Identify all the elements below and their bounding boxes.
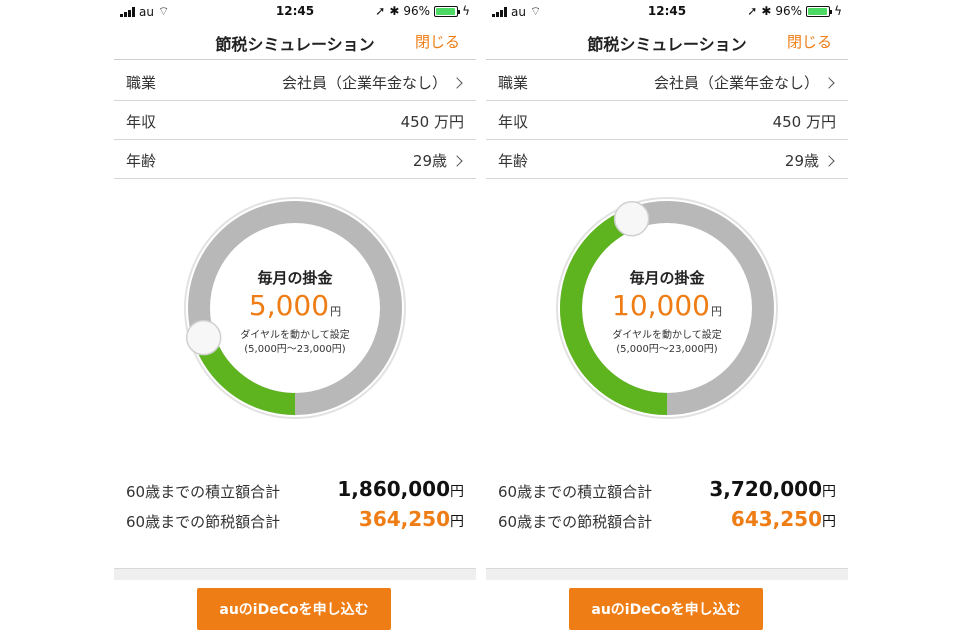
row-label: 年収: [498, 113, 529, 131]
dial-range: (5,000円〜23,000円): [616, 344, 718, 355]
dial-center: 毎月の掛金 5,000円 ダイヤルを動かして設定 (5,000円〜23,000円…: [182, 267, 408, 356]
status-bar: au ⌔ 12:45 ➚ ✱ 96% ϟ: [486, 0, 848, 22]
row-occupation[interactable]: 職業 会社員（企業年金なし）: [486, 62, 848, 101]
contribution-dial[interactable]: 毎月の掛金 5,000円 ダイヤルを動かして設定 (5,000円〜23,000円…: [182, 195, 408, 421]
sum-label: 60歳までの積立額合計: [126, 483, 281, 501]
row-value: 450 万円: [400, 113, 464, 131]
status-bar: au ⌔ 12:45 ➚ ✱ 96% ϟ: [114, 0, 476, 22]
tax-savings-value: 364,250円: [358, 507, 464, 531]
row-occupation[interactable]: 職業 会社員（企業年金なし）: [114, 62, 476, 101]
dial-knob[interactable]: [613, 200, 650, 237]
sum-label: 60歳までの節税額合計: [498, 513, 653, 531]
dial-hint: ダイヤルを動かして設定: [612, 330, 722, 341]
row-value: 会社員（企業年金なし）: [282, 72, 464, 93]
row-value: 会社員（企業年金なし）: [654, 72, 836, 93]
total-savings-value: 3,720,000円: [709, 477, 836, 501]
row-label: 年齢: [126, 152, 157, 170]
row-label: 年収: [126, 113, 157, 131]
charging-icon: ϟ: [462, 4, 470, 18]
row-value: 29歳: [785, 150, 836, 171]
close-button[interactable]: 閉じる: [415, 31, 460, 52]
row-age[interactable]: 年齢 29歳: [114, 140, 476, 179]
phone-screen-left: au ⌔ 12:45 ➚ ✱ 96% ϟ 節税シミュレーション 閉じる 職業 会…: [114, 0, 476, 640]
battery-percent: 96%: [775, 4, 803, 18]
location-icon: ➚: [747, 4, 758, 18]
location-icon: ➚: [375, 4, 386, 18]
dial-range: (5,000円〜23,000円): [244, 344, 346, 355]
chevron-right-icon: [823, 154, 835, 167]
row-value: 450 万円: [772, 113, 836, 131]
bluetooth-icon: ✱: [389, 4, 400, 18]
divider: [486, 568, 848, 580]
row-value: 29歳: [413, 150, 464, 171]
nav-bar: 節税シミュレーション 閉じる: [486, 22, 848, 60]
tax-savings-value: 643,250円: [730, 507, 836, 531]
monthly-amount: 5,000円: [248, 289, 342, 322]
status-right: ➚ ✱ 96% ϟ: [375, 4, 470, 18]
battery-icon: [806, 5, 833, 17]
dial-title: 毎月の掛金: [257, 269, 333, 287]
row-income[interactable]: 年収 450 万円: [486, 101, 848, 140]
dial-title: 毎月の掛金: [629, 269, 705, 287]
apply-ideco-button[interactable]: auのiDeCoを申し込む: [569, 588, 763, 630]
total-savings-row: 60歳までの積立額合計 1,860,000円: [114, 477, 476, 505]
battery-percent: 96%: [403, 4, 431, 18]
row-label: 職業: [498, 74, 529, 92]
nav-bar: 節税シミュレーション 閉じる: [114, 22, 476, 60]
contribution-dial[interactable]: 毎月の掛金 10,000円 ダイヤルを動かして設定 (5,000円〜23,000…: [554, 195, 780, 421]
row-income[interactable]: 年収 450 万円: [114, 101, 476, 140]
charging-icon: ϟ: [834, 4, 842, 18]
sum-label: 60歳までの節税額合計: [126, 513, 281, 531]
chevron-right-icon: [451, 154, 463, 167]
dial-hint: ダイヤルを動かして設定: [240, 330, 350, 341]
total-savings-value: 1,860,000円: [337, 477, 464, 501]
sum-label: 60歳までの積立額合計: [498, 483, 653, 501]
chevron-right-icon: [823, 76, 835, 89]
battery-icon: [434, 5, 461, 17]
phone-screen-right: au ⌔ 12:45 ➚ ✱ 96% ϟ 節税シミュレーション 閉じる 職業 会…: [486, 0, 848, 640]
tax-savings-row: 60歳までの節税額合計 643,250円: [486, 507, 848, 535]
row-label: 職業: [126, 74, 157, 92]
apply-ideco-button[interactable]: auのiDeCoを申し込む: [197, 588, 391, 630]
chevron-right-icon: [451, 76, 463, 89]
dial-center: 毎月の掛金 10,000円 ダイヤルを動かして設定 (5,000円〜23,000…: [554, 267, 780, 356]
monthly-amount: 10,000円: [612, 289, 722, 322]
row-label: 年齢: [498, 152, 529, 170]
tax-savings-row: 60歳までの節税額合計 364,250円: [114, 507, 476, 535]
close-button[interactable]: 閉じる: [787, 31, 832, 52]
total-savings-row: 60歳までの積立額合計 3,720,000円: [486, 477, 848, 505]
row-age[interactable]: 年齢 29歳: [486, 140, 848, 179]
divider: [114, 568, 476, 580]
bluetooth-icon: ✱: [761, 4, 772, 18]
status-right: ➚ ✱ 96% ϟ: [747, 4, 842, 18]
